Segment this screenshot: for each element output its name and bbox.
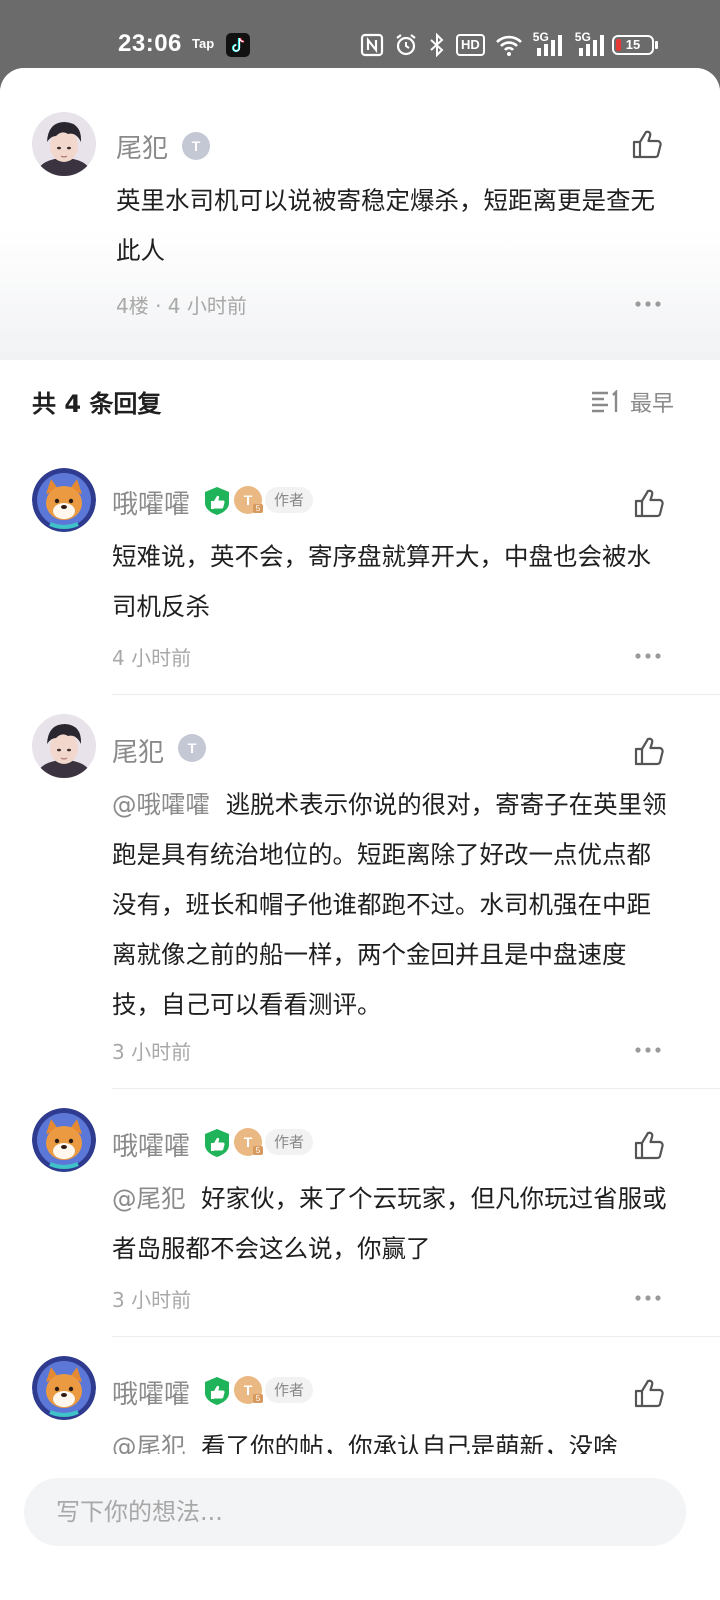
like-badge-icon [205,1129,229,1157]
mention-link[interactable]: @哦嚯嚯 [112,790,210,819]
reply-time: 4 小时前 [112,646,192,670]
sort-icon [591,390,618,413]
reply-text: 短难说，英不会，寄序盘就算开大，中盘也会被水司机反杀 [112,542,651,621]
wifi-icon [495,35,522,56]
avatar[interactable] [32,714,96,778]
like-icon[interactable] [632,486,666,520]
avatar[interactable] [32,112,96,176]
level-badge: T [182,132,210,160]
battery-level: 15 [625,37,641,52]
bluetooth-icon [430,33,444,57]
comment-input[interactable] [24,1478,686,1546]
author-tag: 作者 [265,1377,314,1403]
like-badge-icon [205,1377,229,1405]
nfc-icon [360,33,384,57]
more-icon[interactable] [635,1295,661,1301]
sort-label: 最早 [629,392,674,417]
author-name[interactable]: 哦嚯嚯 [112,1126,190,1163]
author-tag: 作者 [265,1129,314,1155]
reply-time: 3 小时前 [112,1288,192,1312]
like-badge-icon [205,487,229,515]
level-badge: T 5 [234,1376,263,1404]
reply-time: 3 小时前 [112,1040,192,1064]
tiktok-icon [226,33,250,57]
author-name[interactable]: 哦嚯嚯 [112,1374,190,1411]
reply-text: 逃脱术表示你说的很对，寄寄子在英里领跑是具有统治地位的。短距离除了好改一点优点都… [112,790,667,1019]
avatar[interactable] [32,468,96,532]
comment-meta: 4楼 · 4 小时前 [116,294,247,318]
reply-content: @尾犯 好家伙，来了个云玩家，但凡你玩过省服或者岛服都不会这么说，你赢了 [112,1174,674,1274]
more-icon[interactable] [635,1047,661,1053]
tap-label: Tap [192,36,215,51]
avatar[interactable] [32,1356,96,1420]
battery-cap [655,41,658,49]
status-time: 23:06 [118,30,182,57]
more-icon[interactable] [635,301,661,307]
hd-icon: HD [456,34,485,56]
author-name[interactable]: 哦嚯嚯 [112,484,190,521]
alarm-icon [396,34,416,56]
parent-comment: 尾犯 T 英里水司机可以说被寄稳定爆杀，短距离更是查无此人 4楼 · 4 小时前 [0,68,720,360]
signal-icon: 5G [533,30,565,58]
comment-sheet: 尾犯 T 英里水司机可以说被寄稳定爆杀，短距离更是查无此人 4楼 · 4 小时前… [0,68,720,1600]
level-badge: T 5 [234,1128,263,1156]
reply-count-title: 共 4 条回复 [32,390,162,418]
like-icon[interactable] [630,127,664,161]
sort-button[interactable]: 最早 [590,386,674,418]
author-name[interactable]: 尾犯 [112,732,164,769]
more-icon[interactable] [635,653,661,659]
divider [112,1336,720,1337]
like-icon[interactable] [632,1128,666,1162]
avatar[interactable] [32,1108,96,1172]
comment-content: 英里水司机可以说被寄稳定爆杀，短距离更是查无此人 [116,186,655,265]
level-badge: T [178,734,206,762]
level-badge: T 5 [234,486,263,514]
comment-input-bar [0,1454,720,1600]
battery-icon: 15 [612,35,654,55]
divider [112,1088,720,1089]
divider [112,694,720,695]
reply-text: 好家伙，来了个云玩家，但凡你玩过省服或者岛服都不会这么说，你赢了 [112,1184,667,1263]
signal-icon-2: 5G [575,30,607,58]
reply-content: @哦嚯嚯 逃脱术表示你说的很对，寄寄子在英里领跑是具有统治地位的。短距离除了好改… [112,780,674,1030]
author-tag: 作者 [265,487,314,513]
like-icon[interactable] [632,1376,666,1410]
mention-link[interactable]: @尾犯 [112,1184,186,1213]
like-icon[interactable] [632,734,666,768]
reply-content: 短难说，英不会，寄序盘就算开大，中盘也会被水司机反杀 [112,532,672,632]
author-name[interactable]: 尾犯 [116,128,168,165]
